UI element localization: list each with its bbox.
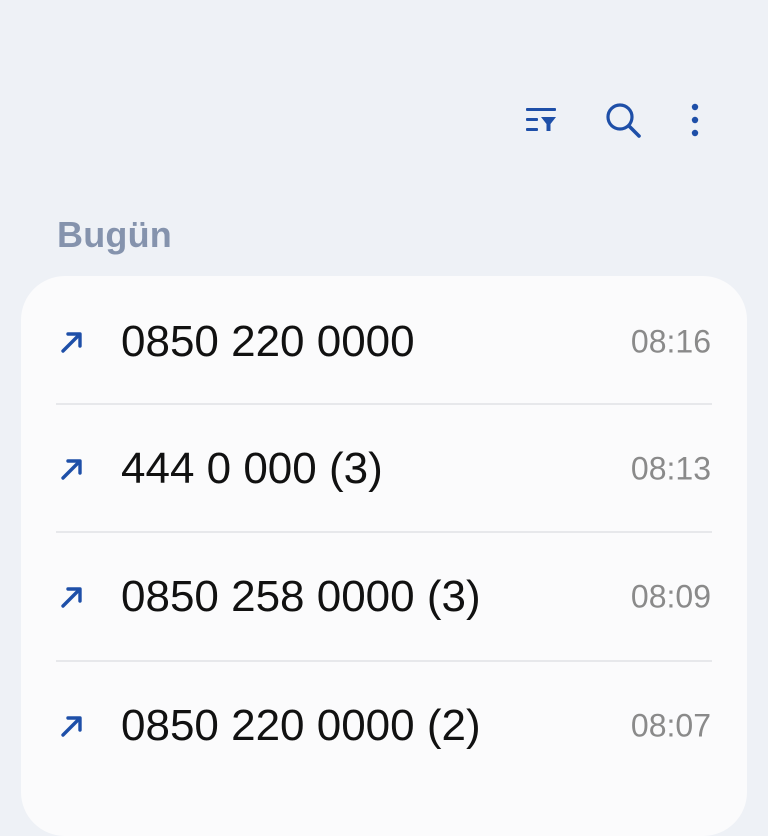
call-row[interactable]: 444 0 000 (3) 08:13	[21, 405, 747, 533]
call-row[interactable]: 0850 258 0000 (3) 08:09	[21, 533, 747, 661]
call-log-card: 0850 220 0000 08:16 444 0 000 (3) 08:13 …	[21, 276, 747, 836]
call-number: 0850 258 0000 (3)	[121, 572, 481, 621]
call-number: 0850 220 0000	[121, 317, 415, 366]
call-time: 08:09	[630, 578, 711, 615]
call-number: 444 0 000 (3)	[121, 444, 383, 493]
filter-button[interactable]	[518, 96, 566, 144]
call-time: 08:13	[630, 450, 711, 487]
section-title-today: Bugün	[57, 214, 172, 255]
outgoing-call-icon	[61, 459, 82, 480]
call-row[interactable]: 0850 220 0000 (2) 08:07	[21, 662, 747, 790]
more-vertical-icon	[691, 103, 699, 137]
search-button[interactable]	[599, 96, 647, 144]
call-time: 08:16	[630, 323, 711, 360]
outgoing-call-icon	[61, 587, 82, 608]
call-row[interactable]: 0850 220 0000 08:16	[21, 278, 747, 406]
outgoing-call-icon	[61, 332, 82, 353]
filter-icon	[526, 108, 556, 131]
search-icon	[606, 103, 641, 138]
outgoing-call-icon	[61, 716, 82, 737]
top-toolbar	[0, 96, 768, 144]
more-options-button[interactable]	[671, 96, 719, 144]
call-number: 0850 220 0000 (2)	[121, 701, 481, 750]
call-time: 08:07	[630, 707, 711, 744]
